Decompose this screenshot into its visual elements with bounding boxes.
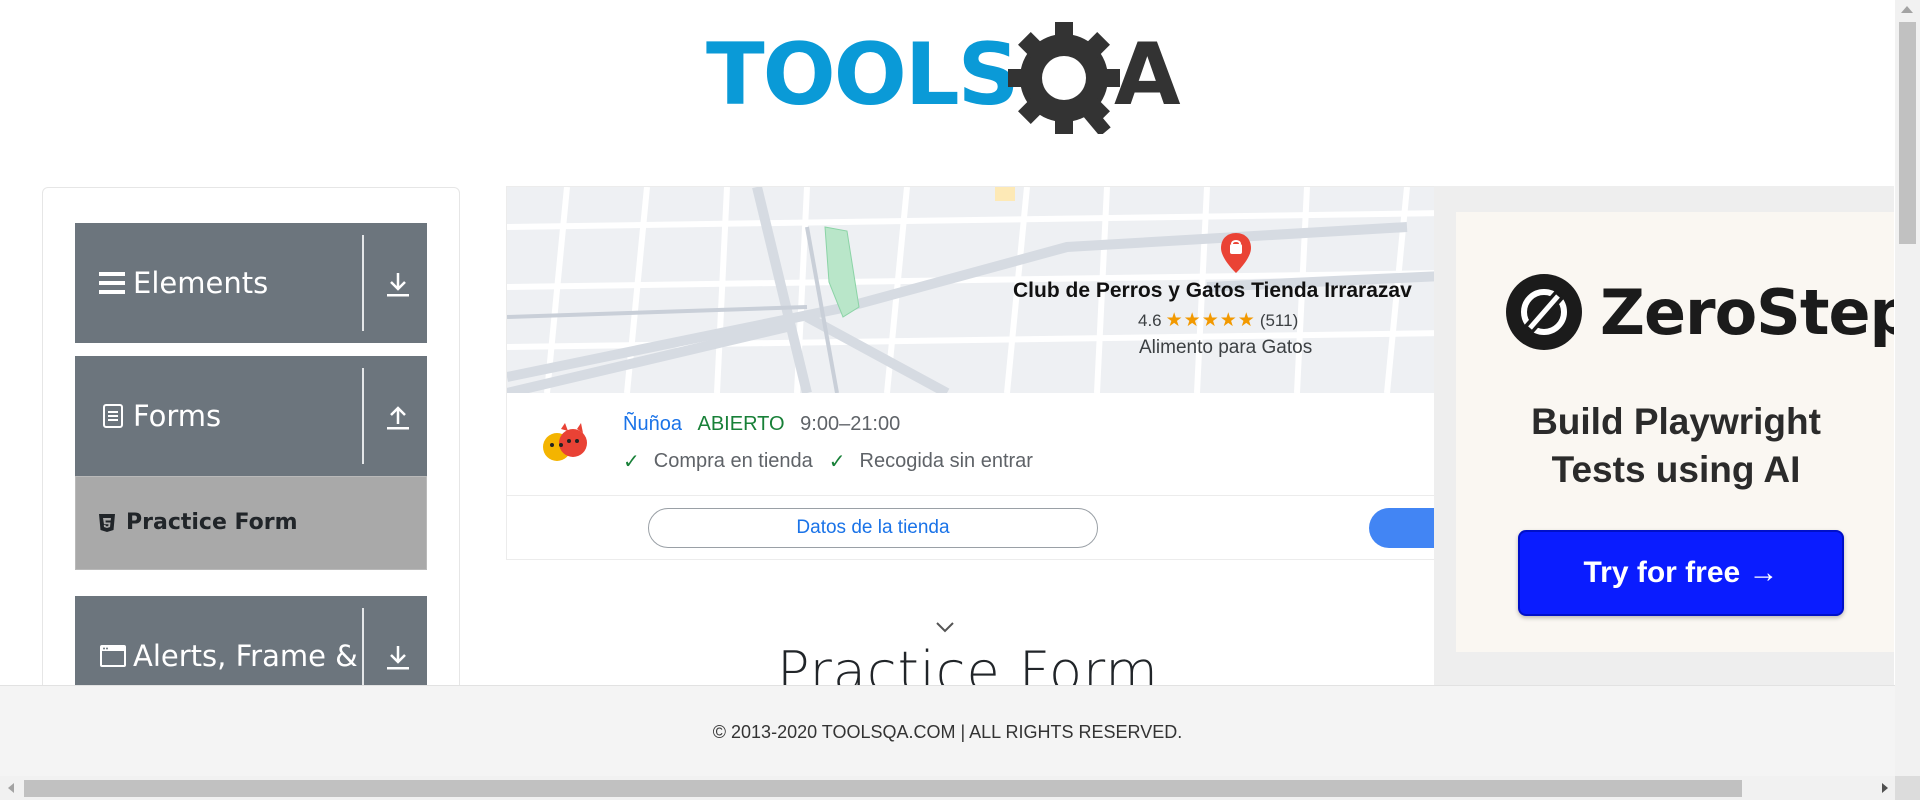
- store-name[interactable]: Club de Perros y Gatos Tienda Irrarazav: [1013, 279, 1412, 303]
- store-location[interactable]: Ñuñoa: [623, 413, 682, 435]
- rating-stars-icon: ★★★★★: [1165, 310, 1256, 331]
- scroll-up-icon[interactable]: [1901, 6, 1913, 13]
- sidebar-item-label: Practice Form: [126, 510, 298, 535]
- vertical-scrollbar[interactable]: [1895, 0, 1920, 776]
- group-title-elements: Elements: [133, 266, 269, 300]
- zerostep-brand: ZeroStep: [1600, 276, 1894, 349]
- horizontal-scrollbar[interactable]: [0, 776, 1920, 800]
- vertical-scroll-thumb[interactable]: [1899, 22, 1916, 244]
- review-count: (511): [1259, 310, 1299, 330]
- page-viewport: TOOLS A Elements Forms Practice Form Ale…: [0, 0, 1895, 776]
- scroll-right-icon[interactable]: [1882, 783, 1888, 793]
- zerostep-ad[interactable]: ZeroStep Build Playwright Tests using AI…: [1434, 186, 1894, 686]
- window-icon: [99, 642, 127, 670]
- store-features: ✓ Compra en tienda ✓ Recogida sin entrar: [623, 449, 1033, 474]
- arrow-down-icon[interactable]: [385, 642, 411, 672]
- group-divider: [362, 235, 364, 331]
- rating-value: 4.6: [1138, 310, 1162, 330]
- feature-in-store: Compra en tienda: [653, 450, 813, 472]
- tagline-line-2: Tests using AI: [1551, 449, 1801, 490]
- tagline-line-1: Build Playwright: [1531, 401, 1821, 442]
- group-header-forms[interactable]: Forms: [75, 356, 427, 476]
- store-open-status: ABIERTO: [697, 413, 785, 435]
- group-title-alerts: Alerts, Frame &: [133, 639, 358, 673]
- arrow-down-icon[interactable]: [385, 269, 411, 299]
- store-rating: 4.6 ★★★★★ (511): [1138, 309, 1298, 332]
- group-title-forms: Forms: [133, 399, 222, 433]
- zerostep-ad-content: ZeroStep Build Playwright Tests using AI…: [1456, 212, 1894, 652]
- horizontal-scroll-thumb[interactable]: [24, 780, 1742, 797]
- scroll-left-icon[interactable]: [8, 783, 14, 793]
- footer-copyright: © 2013-2020 TOOLSQA.COM | ALL RIGHTS RES…: [712, 722, 1183, 742]
- store-hours: 9:00–21:00: [800, 413, 901, 435]
- group-header-elements[interactable]: Elements: [75, 223, 427, 343]
- document-icon: [99, 402, 127, 430]
- store-status-line: Ñuñoa ABIERTO 9:00–21:00: [623, 413, 900, 436]
- chevron-down-icon[interactable]: [935, 620, 955, 634]
- footer: © 2013-2020 TOOLSQA.COM | ALL RIGHTS RES…: [0, 685, 1895, 776]
- check-icon: ✓: [623, 451, 640, 473]
- zerostep-tagline: Build Playwright Tests using AI: [1456, 398, 1894, 494]
- store-category: Alimento para Gatos: [1139, 337, 1313, 358]
- check-icon: ✓: [828, 451, 846, 473]
- logo-tools-text: TOOLS: [706, 25, 1018, 125]
- store-logo-icon: [539, 421, 593, 467]
- store-details-button[interactable]: Datos de la tienda: [648, 508, 1098, 548]
- try-for-free-button[interactable]: Try for free →: [1518, 530, 1844, 616]
- hamburger-icon: [99, 269, 127, 297]
- zerostep-logo-icon: [1504, 272, 1584, 352]
- toolsqa-logo[interactable]: TOOLS A: [706, 22, 1192, 137]
- feature-curbside: Recogida sin entrar: [859, 450, 1033, 472]
- gear-icon: [1008, 22, 1120, 137]
- html5-icon: [98, 513, 116, 533]
- arrow-up-icon[interactable]: [385, 402, 411, 432]
- group-divider: [362, 368, 364, 464]
- sidebar-item-practice-form[interactable]: Practice Form: [75, 476, 427, 570]
- map-pin-icon[interactable]: [1219, 231, 1253, 275]
- logo-a-text: A: [1114, 25, 1181, 125]
- scrollbar-corner: [1895, 776, 1920, 800]
